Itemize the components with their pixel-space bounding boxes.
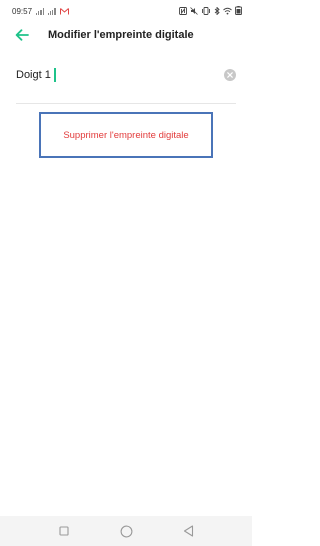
clear-icon [227,72,233,78]
recent-apps-icon [59,526,69,536]
delete-fingerprint-button[interactable]: Supprimer l'empreinte digitale [39,112,213,158]
back-button[interactable] [14,28,30,42]
status-left: 09:57 [12,7,69,16]
mail-icon [59,8,69,15]
divider [16,103,236,104]
clear-text-button[interactable] [224,69,236,81]
status-bar: 09:57 [0,0,252,22]
nav-back-button[interactable] [181,524,195,538]
wifi-icon [223,7,232,14]
navigation-bar [0,516,252,546]
status-time: 09:57 [12,7,33,16]
back-arrow-icon [15,29,29,41]
mute-icon [190,6,198,15]
screen: 09:57 Modifier l'empreinte digitale Doig… [0,0,252,546]
bluetooth-icon [214,6,220,15]
home-button[interactable] [119,524,133,538]
page-title: Modifier l'empreinte digitale [48,29,194,41]
back-icon [183,525,193,537]
signal-icon [47,8,56,15]
fingerprint-name-row [16,62,236,88]
nfc-icon [179,6,187,15]
vibrate-icon [202,6,210,15]
recent-apps-button[interactable] [57,524,71,538]
status-right [179,6,242,15]
fingerprint-name-input[interactable] [16,66,206,84]
text-caret [54,68,56,82]
delete-fingerprint-label: Supprimer l'empreinte digitale [63,129,189,141]
header: Modifier l'empreinte digitale [0,22,252,48]
home-icon [120,525,132,537]
signal-icon [36,8,44,15]
battery-icon [235,6,242,15]
